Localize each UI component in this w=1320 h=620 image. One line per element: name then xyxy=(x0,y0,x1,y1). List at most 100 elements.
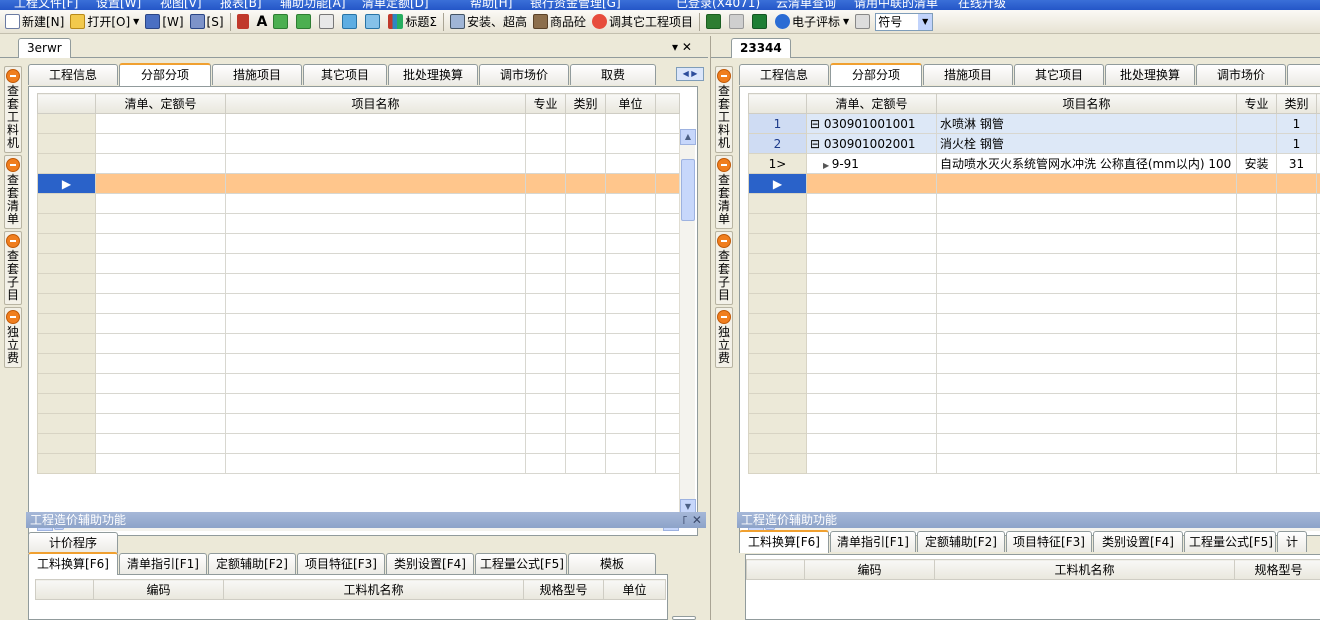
table-cell[interactable] xyxy=(525,413,566,434)
table-cell[interactable] xyxy=(1276,253,1317,274)
table-cell[interactable] xyxy=(525,213,566,234)
table-cell[interactable] xyxy=(525,273,566,294)
menu-list-quota[interactable]: 清单定额[D] xyxy=(362,0,429,10)
grid-button[interactable] xyxy=(852,12,875,32)
menu-aux[interactable]: 辅助功能[A] xyxy=(280,0,346,10)
tab-subsection[interactable]: 分部分项 xyxy=(830,63,922,86)
row-header-cell[interactable] xyxy=(37,273,96,294)
concrete-button[interactable]: 商品砼 xyxy=(530,12,589,32)
row-header-cell[interactable] xyxy=(37,133,96,154)
table-cell[interactable] xyxy=(565,433,606,454)
table-cell[interactable] xyxy=(525,193,566,214)
row-header-cell[interactable] xyxy=(37,353,96,374)
table-cell[interactable] xyxy=(1236,193,1277,214)
table-cell[interactable] xyxy=(605,413,656,434)
row-header-cell[interactable] xyxy=(748,453,807,474)
doc-close-controls[interactable]: ▾ ✕ xyxy=(672,40,692,54)
tab-quota-aux[interactable]: 定额辅助[F2] xyxy=(917,531,1005,552)
scroll-thumb[interactable] xyxy=(681,159,695,221)
table-row[interactable] xyxy=(748,273,1320,294)
table-cell[interactable]: ⊟ 030901002001 xyxy=(806,133,937,154)
table-cell[interactable] xyxy=(1276,353,1317,374)
table-row[interactable] xyxy=(748,253,1320,274)
table-cell[interactable] xyxy=(225,373,526,394)
table-cell[interactable] xyxy=(806,213,937,234)
table-cell[interactable] xyxy=(95,293,226,314)
row-header-cell[interactable] xyxy=(37,253,96,274)
col-spec[interactable]: 规格型号 xyxy=(1234,559,1320,580)
table-cell[interactable] xyxy=(1236,273,1277,294)
table-cell[interactable] xyxy=(225,453,526,474)
table-cell[interactable] xyxy=(525,173,566,194)
tab-other-items[interactable]: 其它项目 xyxy=(303,64,387,85)
tree-button[interactable] xyxy=(362,12,385,32)
collapse-icon[interactable]: ⊟ xyxy=(810,137,824,151)
table-row[interactable] xyxy=(37,273,680,294)
table-row[interactable]: 1 ⊟ 030901001001 水喷淋 钢管 1 xyxy=(748,113,1320,134)
row-header-cell[interactable] xyxy=(748,313,807,334)
col-major[interactable]: 专业 xyxy=(525,93,566,114)
open-button[interactable]: 打开[O] ▼ xyxy=(67,12,142,32)
table-cell[interactable] xyxy=(605,433,656,454)
row-header-cell[interactable] xyxy=(748,233,807,254)
row-header-cell[interactable] xyxy=(37,433,96,454)
table-cell[interactable] xyxy=(1236,453,1277,474)
table-cell[interactable] xyxy=(95,213,226,234)
table-row[interactable] xyxy=(748,393,1320,414)
table-cell[interactable]: ▶ 9-91 xyxy=(806,153,937,174)
table-cell[interactable] xyxy=(525,113,566,134)
table-cell[interactable] xyxy=(1276,293,1317,314)
table-cell[interactable] xyxy=(936,413,1237,434)
table-cell[interactable] xyxy=(655,373,680,394)
table-cell[interactable] xyxy=(1316,133,1320,154)
col-major[interactable]: 专业 xyxy=(1236,93,1277,114)
table-cell[interactable] xyxy=(565,353,606,374)
side-lookup-materials[interactable]: 查套工料机 xyxy=(4,66,22,153)
col-spec[interactable]: 规格型号 xyxy=(523,579,604,600)
e-bid-button[interactable]: 电子评标 ▼ xyxy=(772,12,852,32)
table-cell[interactable] xyxy=(936,213,1237,234)
table-row[interactable]: 2 ⊟ 030901002001 消火栓 钢管 1 xyxy=(748,133,1320,154)
table-row[interactable] xyxy=(37,453,680,474)
table-cell[interactable] xyxy=(1276,213,1317,234)
table-cell[interactable] xyxy=(936,433,1237,454)
table-cell[interactable] xyxy=(525,313,566,334)
table-cell[interactable] xyxy=(565,213,606,234)
table-cell[interactable] xyxy=(1316,413,1320,434)
table-cell[interactable] xyxy=(1276,393,1317,414)
table-cell[interactable] xyxy=(1316,433,1320,454)
table-cell[interactable] xyxy=(1236,293,1277,314)
new-button[interactable]: 新建[N] xyxy=(2,12,67,32)
table-cell[interactable] xyxy=(565,233,606,254)
table-cell[interactable] xyxy=(525,133,566,154)
table-row[interactable] xyxy=(748,313,1320,334)
col-unit[interactable]: 单位 xyxy=(603,579,666,600)
tab-clipped[interactable]: 计 xyxy=(1277,531,1307,552)
menu-file[interactable]: 工程文件[F] xyxy=(14,0,78,10)
table-row[interactable] xyxy=(37,253,680,274)
table-cell[interactable] xyxy=(95,333,226,354)
table-cell[interactable] xyxy=(1316,173,1320,194)
table-cell[interactable] xyxy=(655,453,680,474)
row-header-cell[interactable] xyxy=(37,193,96,214)
table-cell[interactable] xyxy=(525,373,566,394)
row-header-cell[interactable] xyxy=(748,433,807,454)
aux-side-scrollbar[interactable] xyxy=(672,616,696,620)
table-cell[interactable] xyxy=(936,353,1237,374)
lock-button[interactable] xyxy=(234,12,254,32)
table-cell[interactable] xyxy=(1316,353,1320,374)
item-category[interactable]: 31 xyxy=(1276,153,1317,174)
table-cell[interactable] xyxy=(1316,293,1320,314)
table-cell[interactable] xyxy=(525,393,566,414)
table-cell[interactable] xyxy=(95,193,226,214)
table-row[interactable] xyxy=(37,233,680,254)
tab-material-convert[interactable]: 工料换算[F6] xyxy=(739,530,829,553)
row-header-cell[interactable] xyxy=(37,393,96,414)
col-category[interactable]: 类别 xyxy=(1276,93,1317,114)
table-row[interactable] xyxy=(37,373,680,394)
tab-batch-convert[interactable]: 批处理换算 xyxy=(388,64,478,85)
tab-category-settings[interactable]: 类别设置[F4] xyxy=(386,553,474,574)
table-cell[interactable] xyxy=(1316,253,1320,274)
menu-login-status[interactable]: 已登录(X4071) xyxy=(676,0,760,10)
side-lookup-materials[interactable]: 查套工料机 xyxy=(715,66,733,153)
